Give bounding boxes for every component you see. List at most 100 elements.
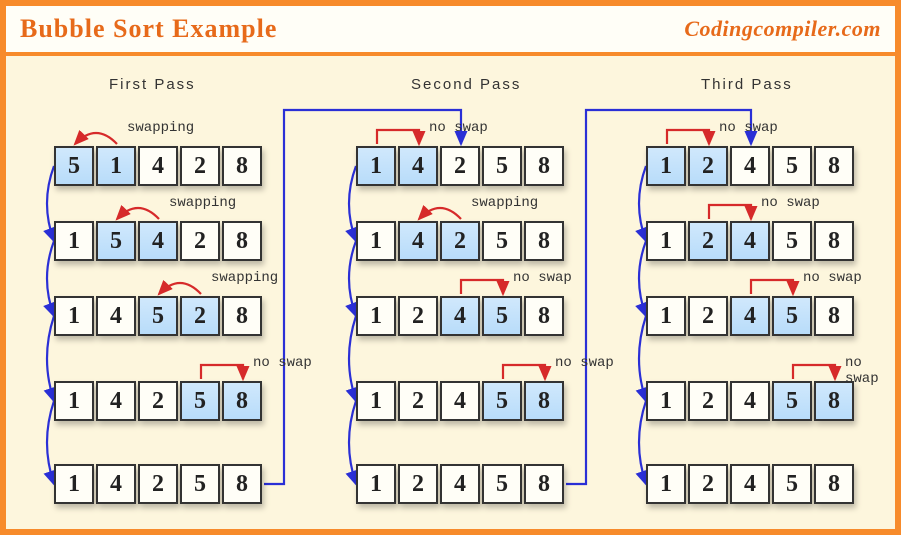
pass-title: Third Pass	[701, 76, 793, 93]
array-cell: 2	[180, 221, 220, 261]
array-cell: 8	[222, 221, 262, 261]
no-swap-label: no swap	[429, 120, 488, 136]
array-cell: 2	[440, 146, 480, 186]
pass-title: First Pass	[109, 76, 196, 93]
array-cell: 5	[772, 464, 812, 504]
array-cell: 4	[138, 221, 178, 261]
array-cell: 1	[54, 296, 94, 336]
array-cell: 8	[524, 221, 564, 261]
array-cell: 1	[356, 296, 396, 336]
array-cell: 2	[398, 464, 438, 504]
body-area: First Pass51428swapping15428swapping1452…	[6, 56, 895, 529]
array-cell: 5	[772, 381, 812, 421]
no-swap-label: no swap	[803, 270, 862, 286]
array-cell: 8	[222, 146, 262, 186]
array-cell: 1	[356, 381, 396, 421]
array-row: 12458	[356, 464, 564, 504]
array-cell: 5	[482, 296, 522, 336]
array-row: 14528	[54, 296, 262, 336]
array-cell: 4	[398, 146, 438, 186]
array-row: 12458	[356, 296, 564, 336]
array-cell: 5	[482, 464, 522, 504]
array-cell: 2	[688, 464, 728, 504]
array-row: 14258	[54, 381, 262, 421]
array-cell: 2	[138, 464, 178, 504]
array-cell: 2	[138, 381, 178, 421]
array-cell: 4	[398, 221, 438, 261]
swap-label: swapping	[127, 120, 194, 136]
array-cell: 2	[440, 221, 480, 261]
array-cell: 4	[138, 146, 178, 186]
array-cell: 5	[772, 296, 812, 336]
array-cell: 5	[180, 381, 220, 421]
array-cell: 1	[54, 381, 94, 421]
array-cell: 2	[398, 381, 438, 421]
no-swap-label: no swap	[253, 355, 312, 371]
array-row: 14258	[356, 221, 564, 261]
no-swap-label: no swap	[845, 355, 895, 387]
no-swap-label: no swap	[719, 120, 778, 136]
array-cell: 5	[180, 464, 220, 504]
array-cell: 8	[524, 146, 564, 186]
no-swap-label: no swap	[761, 195, 820, 211]
array-cell: 1	[356, 221, 396, 261]
array-cell: 2	[688, 221, 728, 261]
array-cell: 5	[138, 296, 178, 336]
array-cell: 1	[646, 296, 686, 336]
array-cell: 4	[96, 464, 136, 504]
array-row: 12458	[646, 146, 854, 186]
array-cell: 8	[814, 146, 854, 186]
array-row: 12458	[646, 464, 854, 504]
site-credit: Codingcompiler.com	[684, 16, 881, 42]
array-cell: 5	[482, 381, 522, 421]
array-cell: 1	[646, 221, 686, 261]
array-row: 15428	[54, 221, 262, 261]
array-cell: 1	[54, 221, 94, 261]
array-row: 51428	[54, 146, 262, 186]
array-cell: 2	[688, 146, 728, 186]
array-cell: 4	[440, 381, 480, 421]
array-cell: 4	[440, 296, 480, 336]
array-row: 12458	[356, 381, 564, 421]
no-swap-label: no swap	[555, 355, 614, 371]
array-cell: 2	[398, 296, 438, 336]
array-cell: 5	[54, 146, 94, 186]
array-cell: 4	[730, 146, 770, 186]
array-row: 12458	[646, 381, 854, 421]
array-cell: 8	[222, 464, 262, 504]
array-cell: 4	[96, 296, 136, 336]
array-cell: 8	[524, 464, 564, 504]
diagram-frame: Bubble Sort Example Codingcompiler.com F…	[0, 0, 901, 535]
array-cell: 1	[356, 464, 396, 504]
array-cell: 1	[356, 146, 396, 186]
array-cell: 8	[814, 296, 854, 336]
array-cell: 4	[730, 221, 770, 261]
array-cell: 4	[730, 296, 770, 336]
array-cell: 2	[180, 296, 220, 336]
array-cell: 4	[730, 464, 770, 504]
pass-title: Second Pass	[411, 76, 521, 93]
array-row: 14258	[356, 146, 564, 186]
array-cell: 5	[482, 221, 522, 261]
array-cell: 8	[524, 296, 564, 336]
array-cell: 5	[482, 146, 522, 186]
array-cell: 5	[772, 221, 812, 261]
array-cell: 8	[814, 221, 854, 261]
array-row: 12458	[646, 221, 854, 261]
array-cell: 2	[688, 296, 728, 336]
array-cell: 5	[96, 221, 136, 261]
array-cell: 2	[688, 381, 728, 421]
array-cell: 1	[646, 146, 686, 186]
array-cell: 2	[180, 146, 220, 186]
header: Bubble Sort Example Codingcompiler.com	[6, 6, 895, 56]
array-cell: 4	[730, 381, 770, 421]
array-cell: 4	[96, 381, 136, 421]
swap-label: swapping	[169, 195, 236, 211]
array-row: 12458	[646, 296, 854, 336]
array-cell: 8	[222, 296, 262, 336]
array-cell: 8	[814, 381, 854, 421]
no-swap-label: no swap	[513, 270, 572, 286]
array-cell: 1	[646, 464, 686, 504]
array-cell: 5	[772, 146, 812, 186]
array-cell: 1	[54, 464, 94, 504]
